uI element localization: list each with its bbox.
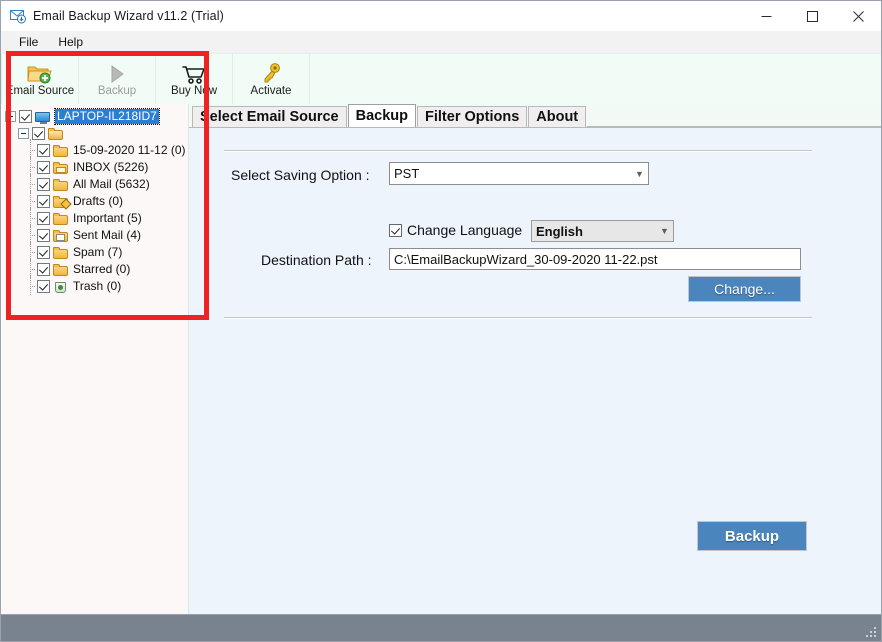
folder-icon: [53, 178, 69, 191]
tree-item-label: Starred (0): [73, 262, 131, 276]
tree-item-label: Drafts (0): [73, 194, 124, 208]
tree-item-label: Spam (7): [73, 245, 123, 259]
checkbox-folder[interactable]: [37, 195, 50, 208]
trash-folder-icon: [53, 280, 69, 293]
folder-add-icon: [27, 62, 53, 84]
change-path-button[interactable]: Change...: [688, 276, 801, 302]
backup-tab-panel: Select Saving Option : PST ▼ Change Lang…: [189, 127, 881, 614]
tree-node-account[interactable]: [5, 125, 188, 142]
expander-root-icon[interactable]: [5, 111, 16, 122]
language-value: English: [536, 223, 583, 239]
tree-item-label: Trash (0): [73, 279, 122, 293]
tab-about[interactable]: About: [528, 106, 587, 127]
chevron-down-icon: ▼: [635, 168, 644, 179]
checkbox-folder[interactable]: [37, 246, 50, 259]
toolbar-label-activate: Activate: [250, 84, 292, 97]
toolbar-label-buy-now: Buy Now: [170, 84, 218, 97]
tree-item-folder[interactable]: Sent Mail (4): [5, 224, 188, 244]
checkbox-folder[interactable]: [37, 229, 50, 242]
toolbar-button-email-source[interactable]: Email Source: [1, 54, 79, 104]
resize-grip-icon[interactable]: [866, 627, 878, 639]
drafts-folder-icon: [53, 195, 72, 210]
saving-option-label: Select Saving Option :: [231, 167, 370, 183]
open-folder-icon: [48, 127, 64, 140]
folder-tree: LAPTOP-IL218ID7 15-09-2020 11-12 (0) INB…: [1, 104, 188, 295]
checkbox-folder[interactable]: [37, 161, 50, 174]
destination-path-value: C:\EmailBackupWizard_30-09-2020 11-22.ps…: [394, 251, 658, 267]
content-panel: Select Email Source Backup Filter Option…: [189, 104, 881, 614]
email-source-tree-panel: LAPTOP-IL218ID7 15-09-2020 11-12 (0) INB…: [1, 104, 189, 614]
tree-item-folder[interactable]: Trash (0): [5, 275, 188, 295]
toolbar-label-email-source: Email Source: [5, 84, 75, 97]
divider-top: [224, 150, 812, 152]
tree-item-label: INBOX (5226): [73, 160, 149, 174]
window-title: Email Backup Wizard v11.2 (Trial): [33, 9, 224, 23]
shopping-cart-icon: [182, 62, 206, 84]
monitor-icon: [35, 110, 51, 124]
destination-path-label: Destination Path :: [261, 252, 372, 268]
tab-select-email-source[interactable]: Select Email Source: [192, 106, 347, 127]
tree-item-label: All Mail (5632): [73, 177, 150, 191]
folder-icon: [53, 212, 69, 225]
tree-item-folder[interactable]: INBOX (5226): [5, 156, 188, 176]
menu-item-file[interactable]: File: [9, 33, 48, 51]
toolbar-button-buy-now[interactable]: Buy Now: [156, 54, 233, 104]
close-button[interactable]: [835, 1, 881, 31]
language-select[interactable]: English ▼: [531, 220, 674, 242]
toolbar: Email Source Backup Buy Now Activate: [1, 54, 881, 104]
tree-item-folder[interactable]: Important (5): [5, 207, 188, 227]
tree-item-folder[interactable]: Spam (7): [5, 241, 188, 261]
toolbar-button-activate[interactable]: Activate: [233, 54, 310, 104]
toolbar-label-backup: Backup: [97, 84, 137, 97]
tree-item-label: 15-09-2020 11-12 (0): [73, 143, 186, 157]
change-language-label: Change Language: [407, 222, 523, 238]
maximize-button[interactable]: [789, 1, 835, 31]
menu-item-help[interactable]: Help: [48, 33, 93, 51]
tree-item-label: Sent Mail (4): [73, 228, 142, 242]
change-language-checkbox[interactable]: [389, 224, 402, 237]
tab-strip-filler: [587, 105, 881, 127]
checkbox-folder[interactable]: [37, 280, 50, 293]
minimize-button[interactable]: [743, 1, 789, 31]
menu-bar: File Help: [1, 31, 881, 54]
tree-item-folder[interactable]: All Mail (5632): [5, 173, 188, 193]
folder-icon: [53, 246, 69, 259]
checkbox-folder[interactable]: [37, 212, 50, 225]
saving-option-select[interactable]: PST ▼: [389, 162, 649, 185]
tree-item-label: Important (5): [73, 211, 142, 225]
checkbox-account[interactable]: [32, 127, 45, 140]
divider-bottom: [224, 317, 812, 319]
window-controls: [743, 1, 881, 31]
app-window: Email Backup Wizard v11.2 (Trial) File H…: [0, 0, 882, 642]
main-body: LAPTOP-IL218ID7 15-09-2020 11-12 (0) INB…: [1, 104, 881, 614]
backup-button[interactable]: Backup: [697, 521, 807, 551]
inbox-folder-icon: [53, 161, 69, 174]
checkbox-folder[interactable]: [37, 178, 50, 191]
title-bar: Email Backup Wizard v11.2 (Trial): [1, 1, 881, 31]
tab-bar: Select Email Source Backup Filter Option…: [189, 104, 881, 127]
expander-account-icon[interactable]: [18, 128, 29, 139]
tab-filter-options[interactable]: Filter Options: [417, 106, 528, 127]
sent-folder-icon: [53, 229, 69, 242]
tree-item-folder[interactable]: Starred (0): [5, 258, 188, 278]
tree-node-root[interactable]: LAPTOP-IL218ID7: [5, 108, 188, 125]
checkbox-folder[interactable]: [37, 263, 50, 276]
toolbar-button-backup[interactable]: Backup: [79, 54, 156, 104]
key-icon: [260, 62, 282, 84]
tree-node-root-label: LAPTOP-IL218ID7: [54, 108, 160, 125]
checkbox-root[interactable]: [19, 110, 32, 123]
folder-icon: [53, 263, 69, 276]
saving-option-value: PST: [394, 166, 420, 181]
destination-path-input[interactable]: C:\EmailBackupWizard_30-09-2020 11-22.ps…: [389, 248, 801, 270]
app-icon: [10, 8, 26, 24]
tree-item-folder[interactable]: 15-09-2020 11-12 (0): [5, 139, 188, 159]
tab-backup[interactable]: Backup: [347, 104, 417, 127]
checkbox-folder[interactable]: [37, 144, 50, 157]
play-triangle-icon: [107, 62, 127, 84]
status-bar: [1, 614, 881, 641]
folder-icon: [53, 144, 69, 157]
chevron-down-icon: ▼: [660, 226, 669, 236]
tree-item-folder[interactable]: Drafts (0): [5, 190, 188, 210]
